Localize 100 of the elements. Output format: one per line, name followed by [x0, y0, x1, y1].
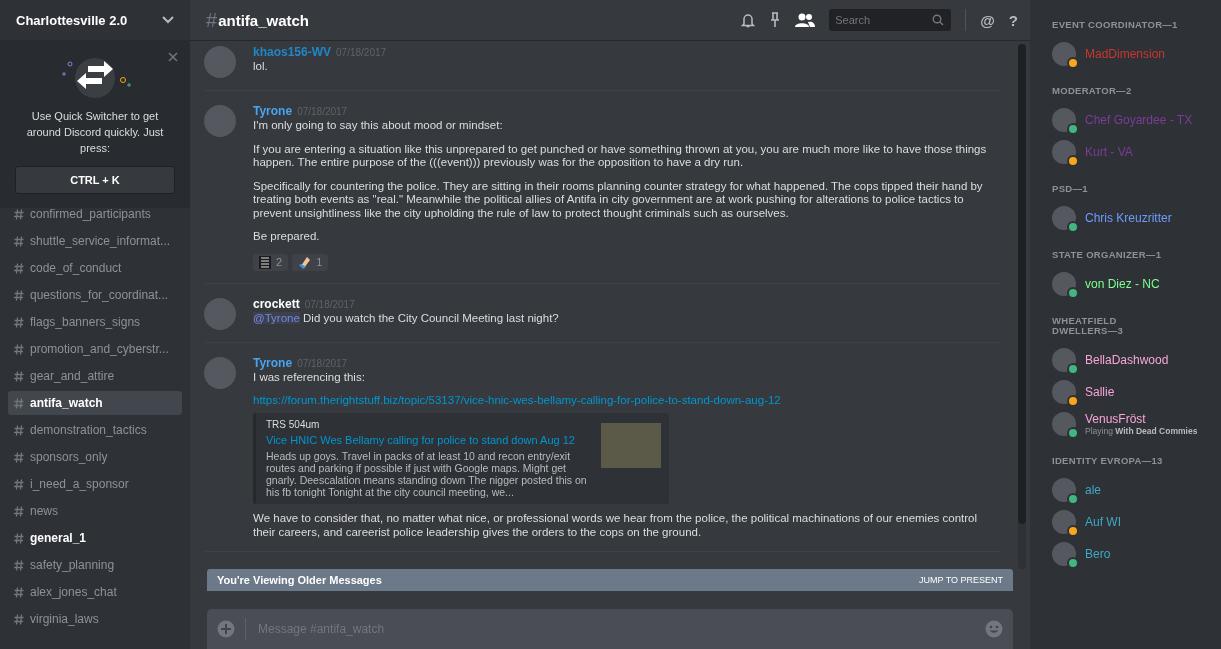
member-item[interactable]: Bero — [1052, 538, 1221, 570]
member-name: Auf WI — [1085, 515, 1121, 529]
role-heading: PSD—1 — [1052, 184, 1089, 194]
role-heading: IDENTITY EVROPA—13 — [1052, 456, 1164, 466]
channel-name: antifa_watch — [30, 396, 103, 410]
member-item[interactable]: von Diez - NC — [1052, 268, 1221, 300]
banner-text: You're Viewing Older Messages — [217, 574, 382, 586]
channel-item[interactable]: safety_planning — [8, 553, 182, 577]
hash-icon — [14, 586, 24, 598]
channel-item[interactable]: i_need_a_sponsor — [8, 472, 182, 496]
channel-name: i_need_a_sponsor — [30, 477, 129, 491]
channel-item[interactable]: general_1 — [8, 526, 182, 550]
members-icon[interactable] — [795, 13, 816, 27]
channel-item[interactable]: promotion_and_cyberstr... — [8, 337, 182, 361]
jump-to-present-button[interactable]: JUMP TO PRESENT — [918, 575, 1003, 585]
role-heading: MODERATOR—2 — [1052, 86, 1133, 96]
channel-item[interactable]: alex_jones_chat — [8, 580, 182, 604]
member-name: Kurt - VA — [1085, 145, 1133, 159]
channel-item[interactable]: gear_and_attire — [8, 364, 182, 388]
server-header[interactable]: Charlottesville 2.0 — [0, 0, 190, 40]
member-name: VenusFröst — [1085, 412, 1147, 426]
plus-icon[interactable] — [217, 620, 235, 638]
hash-icon — [14, 559, 24, 571]
help-button[interactable]: ? — [1008, 11, 1018, 29]
message-text: If you are entering a situation like this unprepared to get punched or have something thrown at you, you are much more like to have those things happen. The entire purpose of the (((event))) previously was for the opposition to have a dry run. — [253, 142, 988, 170]
channel-item[interactable]: flags_banners_signs — [8, 310, 182, 334]
channel-item[interactable]: demonstration_tactics — [8, 418, 182, 442]
hash-icon — [14, 262, 24, 274]
author-name[interactable]: Tyrone — [253, 104, 293, 118]
mentions-button[interactable]: @ — [980, 11, 995, 29]
role-heading: WHEATFIELD DWELLERS—3 — [1052, 316, 1125, 336]
message-text: I was referencing this: — [253, 370, 366, 384]
channel-item[interactable]: virginia_laws — [8, 607, 182, 631]
member-item[interactable]: BellaDashwood — [1052, 344, 1221, 376]
search-field[interactable]: Search — [829, 9, 952, 31]
role-heading: EVENT COORDINATOR—1 — [1052, 20, 1179, 30]
hash-icon — [14, 451, 24, 463]
channel-name: virginia_laws — [30, 612, 99, 626]
scrollbar[interactable] — [1018, 44, 1026, 569]
channel-item[interactable]: questions_for_coordinat... — [8, 283, 182, 307]
channel-name: demonstration_tactics — [30, 423, 147, 437]
member-name: Sallie — [1085, 385, 1115, 399]
message-link[interactable]: https://forum.therightstuff.biz/topic/53137/vice-hnic-wes-bellamy-calling-for-police-to-stand-down-aug-12 — [253, 394, 1000, 407]
smiley-icon[interactable] — [985, 620, 1003, 638]
hash-icon — [14, 316, 24, 328]
channel-name: shuttle_service_informat... — [30, 234, 171, 248]
member-name: BellaDashwood — [1085, 353, 1169, 367]
bell-icon[interactable] — [741, 12, 756, 28]
hash-icon — [14, 505, 24, 517]
chevron-down-icon — [162, 16, 174, 24]
channel-item[interactable]: shuttle_service_informat... — [8, 229, 182, 253]
message-text: lol. — [253, 60, 269, 74]
channel-item[interactable]: confirmed_participants — [8, 202, 182, 226]
hash-icon — [14, 478, 24, 490]
member-item[interactable]: ale — [1052, 474, 1221, 506]
avatar[interactable] — [204, 297, 236, 330]
member-item[interactable]: VenusFröst Playing With Dead Commies — [1052, 408, 1221, 440]
hand-emoji-icon — [298, 255, 312, 269]
channel-item[interactable]: sponsors_only — [8, 445, 182, 469]
channel-item[interactable]: code_of_conduct — [8, 256, 182, 280]
member-name: Chef Goyardee - TX — [1085, 113, 1193, 127]
hash-icon — [14, 208, 24, 220]
role-heading: STATE ORGANIZER—1 — [1052, 250, 1163, 260]
author-name[interactable]: crockett — [253, 296, 300, 311]
channel-item[interactable]: news — [8, 499, 182, 523]
author-name[interactable]: khaos156-WV — [253, 45, 332, 59]
embed-title-link[interactable]: Vice HNIC Wes Bellamy calling for police to stand down Aug 12 — [266, 434, 591, 446]
shortcut-button[interactable]: CTRL + K — [15, 166, 175, 194]
member-item[interactable]: Sallie — [1052, 376, 1221, 408]
channel-title: antifa_watch — [218, 11, 309, 29]
reaction-button[interactable]: 2 — [253, 253, 289, 271]
server-name: Charlottesville 2.0 — [16, 12, 128, 28]
author-name[interactable]: Tyrone — [253, 355, 293, 370]
channel-name: code_of_conduct — [30, 261, 122, 275]
hash-icon: # — [206, 8, 218, 32]
member-name: von Diez - NC — [1085, 277, 1160, 291]
hash-icon — [14, 235, 24, 247]
close-icon[interactable] — [168, 52, 178, 62]
avatar[interactable] — [204, 105, 236, 137]
reaction-button[interactable]: 1 — [292, 253, 329, 271]
photo-placeholder — [601, 423, 661, 468]
member-name: Bero — [1085, 547, 1111, 561]
pin-icon[interactable] — [769, 12, 782, 28]
avatar[interactable] — [204, 46, 236, 78]
member-name: Chris Kreuzritter — [1085, 211, 1172, 225]
member-item[interactable]: Chris Kreuzritter — [1052, 202, 1221, 234]
member-name: MadDimension — [1085, 47, 1166, 61]
channel-name: promotion_and_cyberstr... — [30, 342, 169, 356]
hash-icon — [14, 397, 24, 409]
hash-icon — [14, 370, 24, 382]
avatar[interactable] — [204, 356, 236, 389]
hash-icon — [14, 424, 24, 436]
member-item[interactable]: Auf WI — [1052, 506, 1221, 538]
message-text: I'm only going to say this about mood or mindset: — [253, 119, 504, 133]
message-text: Did you watch the City Council Meeting last night? — [303, 311, 559, 324]
member-item[interactable]: MadDimension — [1052, 38, 1221, 70]
user-mention[interactable]: @Tyrone — [253, 311, 300, 324]
hash-icon — [14, 532, 24, 544]
channel-item[interactable]: antifa_watch — [8, 391, 182, 415]
channel-name: confirmed_participants — [30, 207, 151, 221]
